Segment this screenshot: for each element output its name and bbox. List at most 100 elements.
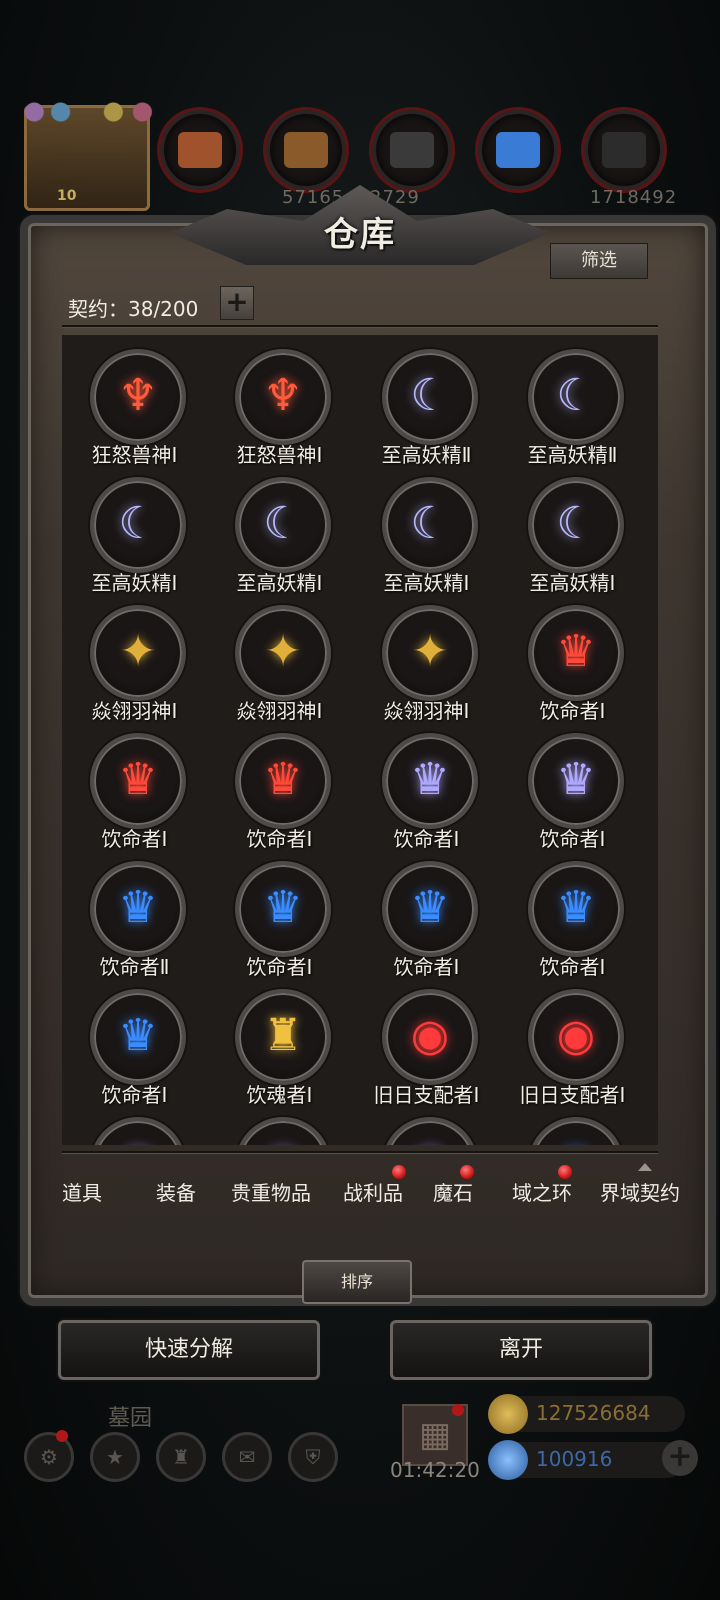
inventory-item[interactable]: ♛ [500,1109,645,1145]
filter-button[interactable]: 筛选 [550,243,648,279]
item-name: 至高妖精Ⅰ [91,571,178,595]
tab-2[interactable]: 贵重物品 [216,1163,326,1223]
gem-value: 100916 [536,1447,613,1471]
emblem-glyph: ♛ [118,1010,158,1062]
gem-icon [488,1440,528,1480]
tab-4[interactable]: 魔石 [420,1163,486,1223]
inventory-item[interactable]: ✦ 焱翎羽神Ⅰ [354,597,499,723]
emblem-glyph: ✦ [411,626,449,678]
life-drinker-emblem-icon: ♛ [90,733,186,829]
meat-resource-icon[interactable] [160,110,240,190]
item-grid[interactable]: ♆ 狂怒兽神Ⅰ ♆ 狂怒兽神Ⅰ ☾ 至高妖精Ⅱ ☾ 至高妖精Ⅱ ☾ 至高妖精Ⅰ ☾ 至高妖精Ⅰ ☾ 至高妖… [62,335,658,1145]
inventory-item[interactable]: ♆ 狂怒兽神Ⅰ [207,341,352,467]
inventory-item[interactable]: ✦ 焱翎羽神Ⅰ [62,597,207,723]
emblem-glyph: ☾ [410,498,450,550]
stone-resource-icon[interactable] [584,110,664,190]
sort-button[interactable]: 排序 [302,1260,412,1304]
inventory-item[interactable]: ☾ 至高妖精Ⅱ [500,341,645,467]
tab-badge-dot [460,1165,474,1179]
inventory-item[interactable]: ♛ 饮命者Ⅰ [62,725,207,851]
mail-icon[interactable]: ✉ [222,1432,272,1482]
emblem-glyph: ♜ [263,1010,303,1062]
category-tabs: 道具 装备 贵重物品 战利品 魔石 域之环 界域契约 [28,1163,692,1223]
inventory-item[interactable]: ♛ 饮命者Ⅱ [62,853,207,979]
crystal-resource-icon[interactable] [478,110,558,190]
life-drinker-emblem-icon: ♛ [235,733,331,829]
soul-drinker-emblem-icon: ♜ [235,989,331,1085]
top-divider [62,325,658,327]
item-name: 饮命者Ⅰ [539,699,606,723]
inventory-item[interactable]: ♛ 饮命者Ⅰ [500,725,645,851]
inventory-item[interactable]: ♛ 饮命者Ⅰ [207,853,352,979]
item-name: 旧日支配者Ⅰ [519,1083,626,1107]
emblem-glyph: ✦ [264,626,302,678]
inventory-item[interactable]: ♛ 饮命者Ⅰ [207,725,352,851]
emblem-glyph: ☾ [410,370,450,422]
life-drinker-emblem-icon: ♛ [382,733,478,829]
iron-resource-icon[interactable] [372,110,452,190]
inventory-item[interactable]: ♛ [207,1109,352,1145]
inventory-item[interactable]: ✦ 焱翎羽神Ⅰ [207,597,352,723]
tower-icon[interactable]: ♜ [156,1432,206,1482]
rage-beast-emblem-icon: ♆ [235,349,331,445]
life-drinker-emblem-icon: ♛ [382,861,478,957]
inventory-item[interactable]: ◉ 旧日支配者Ⅰ [500,981,645,1107]
inventory-item[interactable]: ♛ 饮命者Ⅰ [354,725,499,851]
inventory-item[interactable]: ☾ 至高妖精Ⅰ [354,469,499,595]
inventory-item[interactable]: ☾ 至高妖精Ⅰ [62,469,207,595]
inventory-item[interactable]: ◉ 旧日支配者Ⅰ [354,981,499,1107]
item-name: 饮命者Ⅰ [539,827,606,851]
inventory-item[interactable]: ☾ 至高妖精Ⅱ [354,341,499,467]
tab-6[interactable]: 界域契约 [588,1163,692,1223]
inventory-item[interactable]: ♛ 饮命者Ⅰ [354,853,499,979]
item-name: 至高妖精Ⅰ [236,571,323,595]
life-drinker-emblem-icon: ♛ [90,861,186,957]
inventory-item[interactable]: ☾ 至高妖精Ⅰ [500,469,645,595]
warehouse-panel: 仓库 筛选 契约：38/200 + ♆ 狂怒兽神Ⅰ ♆ 狂怒兽神Ⅰ ☾ 至高妖精Ⅱ ☾ 至高妖… [20,185,716,1306]
tab-0[interactable]: 道具 [46,1163,118,1223]
gift-timer: 01:42:20 [390,1458,480,1482]
inventory-item[interactable]: ♛ [62,1109,207,1145]
balloon-decoration-icon [21,98,153,126]
shield-icon[interactable]: ⛨ [288,1432,338,1482]
life-drinker-emblem-icon: ♛ [90,989,186,1085]
tab-badge-dot [558,1165,572,1179]
inventory-item[interactable]: ♛ 饮命者Ⅰ [62,981,207,1107]
bottom-divider [62,1151,658,1153]
flame-feather-emblem-icon: ✦ [235,605,331,701]
item-name: 饮命者Ⅰ [101,1083,168,1107]
item-name: 狂怒兽神Ⅰ [91,443,178,467]
inventory-item[interactable]: ♛ [354,1109,499,1145]
inventory-item[interactable]: ♛ 饮命者Ⅰ [500,597,645,723]
life-drinker-emblem-icon: ♛ [235,861,331,957]
item-name: 狂怒兽神Ⅰ [236,443,323,467]
leave-button[interactable]: 离开 [390,1320,652,1380]
emblem-glyph: ◉ [556,1010,596,1062]
add-gems-button[interactable]: + [662,1440,698,1476]
emblem-glyph: ♆ [118,370,158,422]
life-drinker-emblem-icon: ♛ [528,861,624,957]
emblem-glyph: ♛ [410,882,450,934]
item-name: 饮命者Ⅰ [246,955,313,979]
emblem-glyph: ☾ [556,498,596,550]
emblem-glyph: ♛ [556,626,596,678]
expand-capacity-button[interactable]: + [220,286,254,320]
inventory-item[interactable]: ♜ 饮魂者Ⅰ [207,981,352,1107]
emblem-glyph: ♛ [556,1142,595,1145]
gold-balance: 127526684 [488,1394,685,1434]
gift-notification-dot [452,1404,464,1416]
emblem-glyph: ♛ [410,754,450,806]
tab-1[interactable]: 装备 [138,1163,214,1223]
emblem-partial-icon: ♛ [382,1117,478,1145]
inventory-item[interactable]: ♆ 狂怒兽神Ⅰ [62,341,207,467]
emblem-partial-icon: ♛ [90,1117,186,1145]
inventory-item[interactable]: ☾ 至高妖精Ⅰ [207,469,352,595]
emblem-glyph: ☾ [263,498,303,550]
star-emblem-icon[interactable]: ★ [90,1432,140,1482]
quick-decompose-button[interactable]: 快速分解 [58,1320,320,1380]
inventory-item[interactable]: ♛ 饮命者Ⅰ [500,853,645,979]
rage-beast-emblem-icon: ♆ [90,349,186,445]
graveyard-label: 墓园 [108,1406,153,1431]
emblem-glyph: ♛ [410,1142,449,1145]
wood-resource-icon[interactable] [266,110,346,190]
